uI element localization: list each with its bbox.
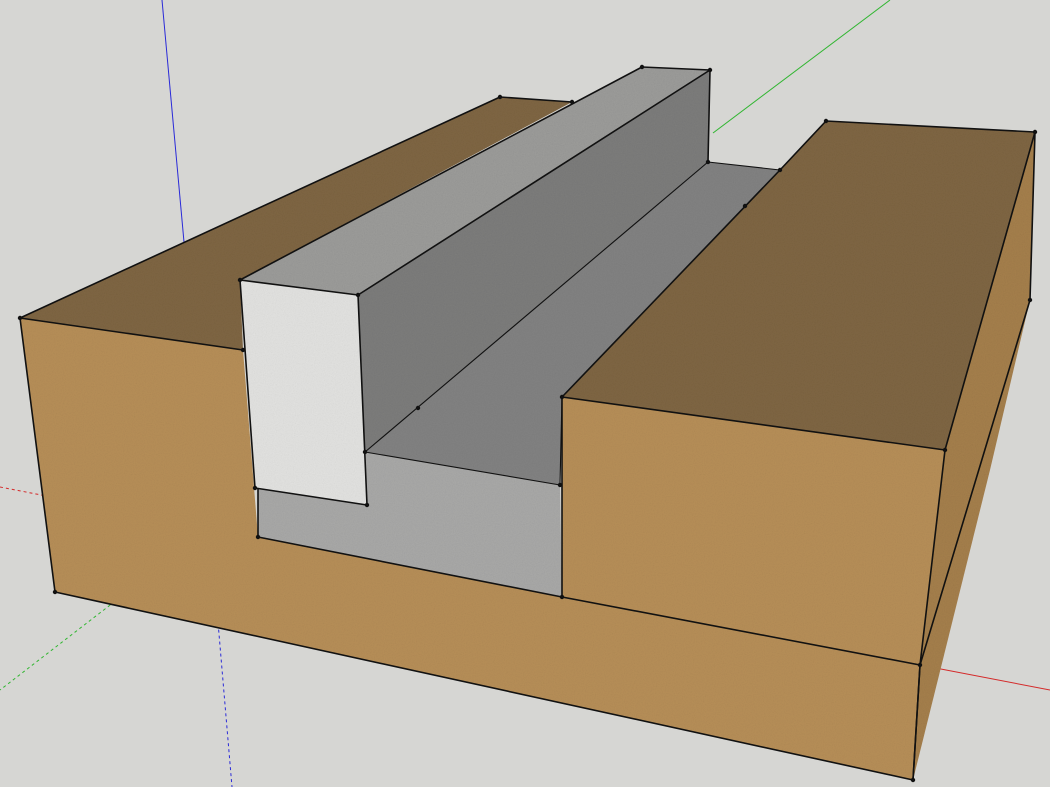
model-scene[interactable] bbox=[0, 0, 1050, 787]
3d-viewport[interactable] bbox=[0, 0, 1050, 787]
model-geometry[interactable] bbox=[20, 67, 1035, 780]
footing-wall-end-face[interactable] bbox=[240, 280, 367, 505]
green-axis-positive bbox=[712, 0, 891, 134]
